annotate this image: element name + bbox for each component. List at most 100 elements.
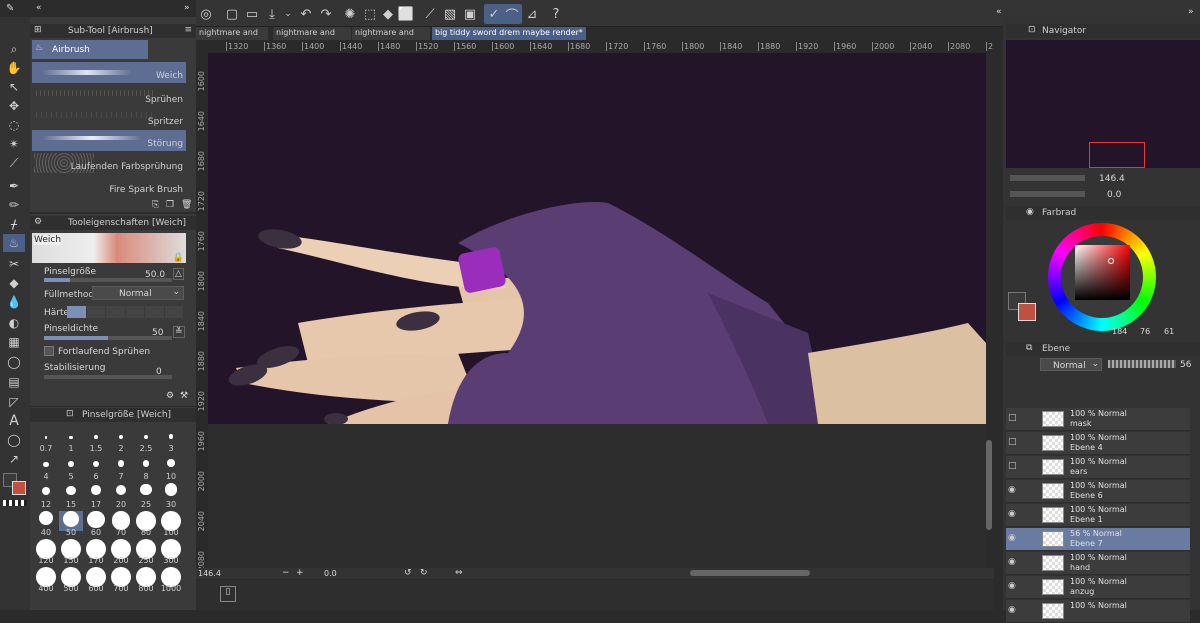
subtool-group-tab[interactable]: ♨ Airbrush — [32, 40, 148, 59]
brush-size-cell[interactable]: 400 — [34, 567, 58, 593]
zoom-value[interactable]: 146.4 — [198, 569, 221, 578]
frame-tool-icon[interactable]: ▤ — [3, 373, 25, 391]
blend-tool-icon[interactable]: 💧 — [3, 293, 25, 311]
navigator-angle[interactable]: 0.0 — [1107, 190, 1121, 200]
brush-size-cell[interactable]: 2.5 — [134, 427, 158, 453]
main-color-swatch[interactable] — [1018, 303, 1036, 321]
brush-fire-spark[interactable]: Fire Spark Brush — [32, 176, 186, 197]
select-outline-icon[interactable]: ▣ — [460, 4, 480, 24]
brush-size-cell[interactable]: 300 — [159, 539, 183, 565]
continuous-spray-checkbox[interactable] — [44, 346, 54, 356]
brush-size-cell[interactable]: 120 — [34, 539, 58, 565]
canvas[interactable] — [208, 53, 986, 424]
brush-size-cell[interactable]: 30 — [159, 483, 183, 509]
fill-icon[interactable]: ◆ — [378, 4, 398, 24]
eye-hidden-icon[interactable]: □ — [1008, 461, 1017, 471]
brush-size-cell[interactable]: 7 — [109, 455, 133, 481]
horizontal-scrollbar[interactable] — [690, 570, 810, 576]
eye-icon[interactable]: ◉ — [1008, 605, 1016, 615]
layer-row[interactable]: ◉ 100 % Normal — [1006, 600, 1190, 623]
gradient-tool-icon[interactable]: ▦ — [3, 333, 25, 351]
collapse-arrows-icon[interactable]: » — [184, 3, 190, 13]
duplicate-icon[interactable]: ❐ — [166, 200, 174, 210]
vertical-scrollbar[interactable] — [986, 440, 992, 530]
main-color-swatch[interactable] — [12, 481, 26, 495]
brush-size-cell[interactable]: 12 — [34, 483, 58, 509]
color-title[interactable]: Farbrad — [1042, 208, 1076, 218]
brush-size-cell[interactable]: 60 — [84, 511, 108, 537]
eye-icon[interactable]: ◉ — [1008, 557, 1016, 567]
layer-row[interactable]: □ 100 % Normal Ebene 4 — [1006, 432, 1190, 455]
brush-size-cell[interactable]: 100 — [159, 511, 183, 537]
flip-icon[interactable]: ⇔ — [455, 568, 463, 578]
brush-size-cell[interactable]: 25 — [134, 483, 158, 509]
rotate-left-icon[interactable]: ↺ — [404, 568, 412, 578]
decoration-tool-icon[interactable]: ✂ — [3, 255, 25, 273]
color-square[interactable] — [1075, 245, 1130, 300]
layer-row[interactable]: ◉ 100 % Normal anzug — [1006, 576, 1190, 599]
transform-icon[interactable]: ⬚ — [360, 4, 380, 24]
eyedropper-tool-icon[interactable]: ⟋ — [3, 154, 25, 172]
hardness-selector[interactable] — [67, 306, 183, 318]
brush-size-cell[interactable]: 40 — [34, 511, 58, 537]
brush-tool-icon[interactable]: ᚋ — [3, 215, 25, 233]
brush-size-cell[interactable]: 8 — [134, 455, 158, 481]
angle-value[interactable]: 0.0 — [324, 569, 337, 578]
settings-icon[interactable]: ⚙ — [166, 391, 174, 401]
zoom-out-icon[interactable]: − — [282, 568, 290, 578]
lasso-tool-icon[interactable]: ◌ — [3, 116, 25, 134]
eye-icon[interactable]: ◉ — [1008, 533, 1016, 543]
layer-row[interactable]: ◉ 100 % Normal hand — [1006, 552, 1190, 575]
brush-size-cell[interactable]: 80 — [134, 511, 158, 537]
opacity-slider[interactable] — [1108, 360, 1176, 368]
navigator-preview[interactable] — [1006, 40, 1200, 168]
text-tool-icon[interactable]: A — [3, 412, 25, 430]
copy-subtool-icon[interactable]: ⎘ — [152, 200, 159, 210]
select-all-icon[interactable]: ⬜ — [396, 4, 416, 24]
eye-hidden-icon[interactable]: □ — [1008, 437, 1017, 447]
invert-icon[interactable]: ▧ — [440, 4, 460, 24]
fill-tool-icon[interactable]: ◐ — [3, 314, 25, 332]
brush-size-cell[interactable]: 3 — [159, 427, 183, 453]
help-icon[interactable]: ? — [546, 4, 566, 24]
opacity-value[interactable]: 56 — [1180, 360, 1191, 370]
brush-size-cell[interactable]: 600 — [84, 567, 108, 593]
brush-size-cell[interactable]: 0.7 — [34, 427, 58, 453]
loading-icon[interactable]: ✺ — [340, 4, 360, 24]
brush-size-cell[interactable]: 1 — [59, 427, 83, 453]
delete-icon[interactable]: 🗑 — [181, 200, 192, 210]
brush-size-cell[interactable]: 200 — [109, 539, 133, 565]
eye-hidden-icon[interactable]: □ — [1008, 413, 1017, 423]
eye-icon[interactable]: ◉ — [1008, 581, 1016, 591]
layer-title[interactable]: Ebene — [1042, 344, 1070, 354]
operation-tool-icon[interactable]: ↖ — [3, 78, 25, 96]
layer-row[interactable]: ◉ 100 % Normal Ebene 6 — [1006, 480, 1190, 503]
layer-row[interactable]: ◉ 100 % Normal Ebene 1 — [1006, 504, 1190, 527]
ruler-tool-icon[interactable]: ◸ — [3, 393, 25, 411]
brush-size-cell[interactable]: 150 — [59, 539, 83, 565]
tab-file-2[interactable]: nightmare and — [273, 27, 351, 40]
transparent-swatch[interactable] — [3, 500, 27, 506]
undo-icon[interactable]: ↶ — [296, 4, 316, 24]
collapse-arrows-icon[interactable]: « — [996, 7, 1002, 17]
magic-wand-tool-icon[interactable]: ✴ — [3, 135, 25, 153]
brush-size-cell[interactable]: 1.5 — [84, 427, 108, 453]
airbrush-tool-icon[interactable]: ♨ — [3, 234, 25, 252]
zoom-tool-icon[interactable]: ⌕ — [3, 40, 25, 58]
wrench-icon[interactable]: ⚒ — [180, 391, 188, 401]
brush-size-cell[interactable]: 700 — [109, 567, 133, 593]
tab-file-3[interactable]: nightmare and — [352, 27, 430, 40]
snap-grid-icon[interactable]: ⊿ — [522, 4, 542, 24]
deselect-icon[interactable]: ⟋ — [420, 4, 440, 24]
pencil-tool-icon[interactable]: ✏ — [3, 196, 25, 214]
hand-tool-icon[interactable]: ✋ — [3, 59, 25, 77]
eye-icon[interactable]: ◉ — [1008, 485, 1016, 495]
eye-icon[interactable]: ◉ — [1008, 509, 1016, 519]
navigator-zoom[interactable]: 146.4 — [1099, 174, 1125, 184]
balloon-tool-icon[interactable]: ◯ — [3, 431, 25, 449]
brush-size-cell[interactable]: 1000 — [159, 567, 183, 593]
brush-size-cell[interactable]: 50 — [59, 511, 83, 537]
tab-file-1[interactable]: nightmare and — [196, 27, 268, 40]
brush-size-cell[interactable]: 4 — [34, 455, 58, 481]
fill-mode-select[interactable]: Normal ⌄ — [92, 286, 184, 300]
